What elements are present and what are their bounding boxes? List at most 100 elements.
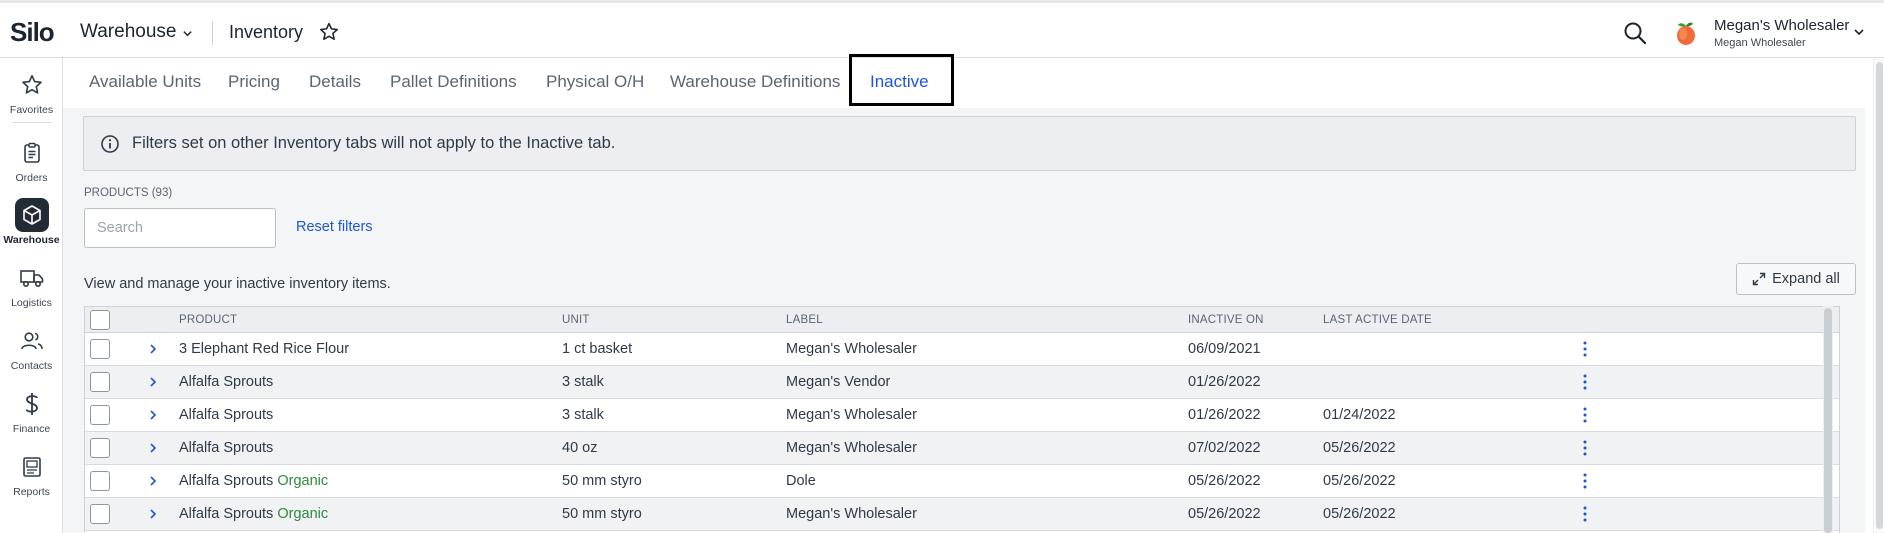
inactive-on-cell: 07/02/2022 <box>1188 440 1261 456</box>
sidebar-item-warehouse[interactable]: Warehouse <box>0 198 63 246</box>
product-name: Alfalfa Sprouts <box>179 506 274 522</box>
more-options-icon[interactable] <box>1581 472 1589 490</box>
chevron-right-icon[interactable] <box>145 407 161 423</box>
row-checkbox[interactable] <box>90 471 110 491</box>
table-row[interactable]: 3 Elephant Red Rice Flour 1 ct basket Me… <box>85 333 1839 366</box>
product-cell: Alfalfa Sprouts <box>179 440 273 456</box>
sidebar-item-orders[interactable]: Orders <box>0 136 63 184</box>
label-cell: Dole <box>786 473 816 489</box>
product-name: 3 Elephant Red Rice Flour <box>179 341 350 357</box>
inactive-inventory-table: PRODUCT UNIT LABEL INACTIVE ON LAST ACTI… <box>84 306 1840 533</box>
sidebar-divider <box>12 122 52 123</box>
inactive-on-cell: 05/26/2022 <box>1188 506 1261 522</box>
user-account-name[interactable]: Megan's Wholesaler <box>1714 17 1849 34</box>
peach-avatar-icon[interactable] <box>1672 19 1700 47</box>
table-scrollbar[interactable] <box>1823 306 1833 533</box>
unit-cell: 3 stalk <box>562 374 604 390</box>
tab-available-units[interactable]: Available Units <box>89 72 201 92</box>
more-options-icon[interactable] <box>1581 406 1589 424</box>
chevron-right-icon[interactable] <box>145 473 161 489</box>
tab-details[interactable]: Details <box>309 72 361 92</box>
table-row[interactable]: Alfalfa Sprouts Organic 50 mm styro Dole… <box>85 465 1839 498</box>
column-header-inactive-on[interactable]: INACTIVE ON <box>1188 314 1264 326</box>
sidebar-item-label: Favorites <box>9 104 54 116</box>
people-icon <box>15 324 49 358</box>
inactive-description: View and manage your inactive inventory … <box>84 276 391 292</box>
product-tag: Organic <box>277 506 329 522</box>
sidebar-item-contacts[interactable]: Contacts <box>0 324 63 372</box>
unit-cell: 3 stalk <box>562 407 604 423</box>
inactive-on-cell: 05/26/2022 <box>1188 473 1261 489</box>
sidebar-item-label: Warehouse <box>3 234 60 246</box>
table-header: PRODUCT UNIT LABEL INACTIVE ON LAST ACTI… <box>85 307 1839 333</box>
row-checkbox[interactable] <box>90 372 110 392</box>
chevron-right-icon[interactable] <box>145 341 161 357</box>
box-icon <box>14 198 49 232</box>
chevron-right-icon[interactable] <box>145 506 161 522</box>
row-checkbox[interactable] <box>90 438 110 458</box>
sidebar-item-logistics[interactable]: Logistics <box>0 261 63 309</box>
module-label: Warehouse <box>80 21 177 42</box>
column-header-label[interactable]: LABEL <box>786 314 823 326</box>
product-name: Alfalfa Sprouts <box>179 473 274 489</box>
table-row[interactable]: Alfalfa Sprouts 40 oz Megan's Wholesaler… <box>85 432 1839 465</box>
chevron-down-icon[interactable] <box>1852 25 1866 39</box>
row-checkbox[interactable] <box>90 339 110 359</box>
module-switcher[interactable]: Warehouse <box>80 21 193 43</box>
search-input[interactable] <box>84 208 276 248</box>
inactive-on-cell: 01/26/2022 <box>1188 374 1261 390</box>
inactive-on-cell: 06/09/2021 <box>1188 341 1261 357</box>
table-row[interactable]: Alfalfa Sprouts Organic 50 mm styro Mega… <box>85 498 1839 531</box>
tab-pricing[interactable]: Pricing <box>228 72 280 92</box>
sidebar-item-favorites[interactable]: Favorites <box>0 68 63 116</box>
sidebar-item-label: Logistics <box>11 297 52 309</box>
chevron-down-icon <box>183 30 193 36</box>
dollar-icon <box>15 387 49 421</box>
search-icon[interactable] <box>1622 20 1648 46</box>
sidebar-item-finance[interactable]: Finance <box>0 387 63 435</box>
product-name: Alfalfa Sprouts <box>179 374 274 390</box>
info-banner: Filters set on other Inventory tabs will… <box>83 116 1856 171</box>
page-scrollbar-thumb[interactable] <box>1876 62 1883 529</box>
column-header-unit[interactable]: UNIT <box>562 314 590 326</box>
table-row[interactable]: Alfalfa Sprouts 3 stalk Megan's Vendor 0… <box>85 366 1839 399</box>
unit-cell: 1 ct basket <box>562 341 633 357</box>
tab-warehouse-definitions[interactable]: Warehouse Definitions <box>670 72 840 92</box>
label-cell: Megan's Wholesaler <box>786 440 917 456</box>
table-scrollbar-thumb[interactable] <box>1824 308 1832 533</box>
sidebar-item-reports[interactable]: Reports <box>0 450 63 498</box>
column-header-last-active-date[interactable]: LAST ACTIVE DATE <box>1323 314 1432 326</box>
reset-filters-link[interactable]: Reset filters <box>296 219 373 235</box>
left-sidebar: Favorites Orders Warehouse Logistics Con… <box>0 58 63 533</box>
more-options-icon[interactable] <box>1581 439 1589 457</box>
sidebar-item-label: Finance <box>12 423 51 435</box>
product-cell: Alfalfa Sprouts Organic <box>179 506 328 522</box>
more-options-icon[interactable] <box>1581 340 1589 358</box>
column-header-product[interactable]: PRODUCT <box>179 314 237 326</box>
info-icon <box>101 134 119 153</box>
select-all-checkbox[interactable] <box>90 310 110 330</box>
inventory-tabs: Available Units Pricing Details Pallet D… <box>63 58 1884 108</box>
product-cell: Alfalfa Sprouts Organic <box>179 473 328 489</box>
favorite-star-icon[interactable] <box>318 21 340 43</box>
chevron-right-icon[interactable] <box>145 440 161 456</box>
last-active-cell: 05/26/2022 <box>1323 473 1396 489</box>
table-row[interactable]: Alfalfa Sprouts 3 stalk Megan's Wholesal… <box>85 399 1839 432</box>
more-options-icon[interactable] <box>1581 505 1589 523</box>
header-divider <box>212 21 213 45</box>
tab-pallet-definitions[interactable]: Pallet Definitions <box>390 72 517 92</box>
info-banner-text: Filters set on other Inventory tabs will… <box>132 134 616 152</box>
label-cell: Megan's Vendor <box>786 374 891 390</box>
tab-physical-oh[interactable]: Physical O/H <box>546 72 644 92</box>
expand-all-label: Expand all <box>1772 271 1840 287</box>
silo-logo[interactable]: Silo <box>10 17 55 48</box>
page-scrollbar[interactable] <box>1873 58 1884 533</box>
row-checkbox[interactable] <box>90 504 110 524</box>
chevron-right-icon[interactable] <box>145 374 161 390</box>
expand-all-button[interactable]: Expand all <box>1736 263 1856 295</box>
product-cell: 3 Elephant Red Rice Flour <box>179 341 349 357</box>
row-checkbox[interactable] <box>90 405 110 425</box>
more-options-icon[interactable] <box>1581 373 1589 391</box>
user-account-subtitle: Megan Wholesaler <box>1714 37 1806 49</box>
report-icon <box>15 450 49 484</box>
